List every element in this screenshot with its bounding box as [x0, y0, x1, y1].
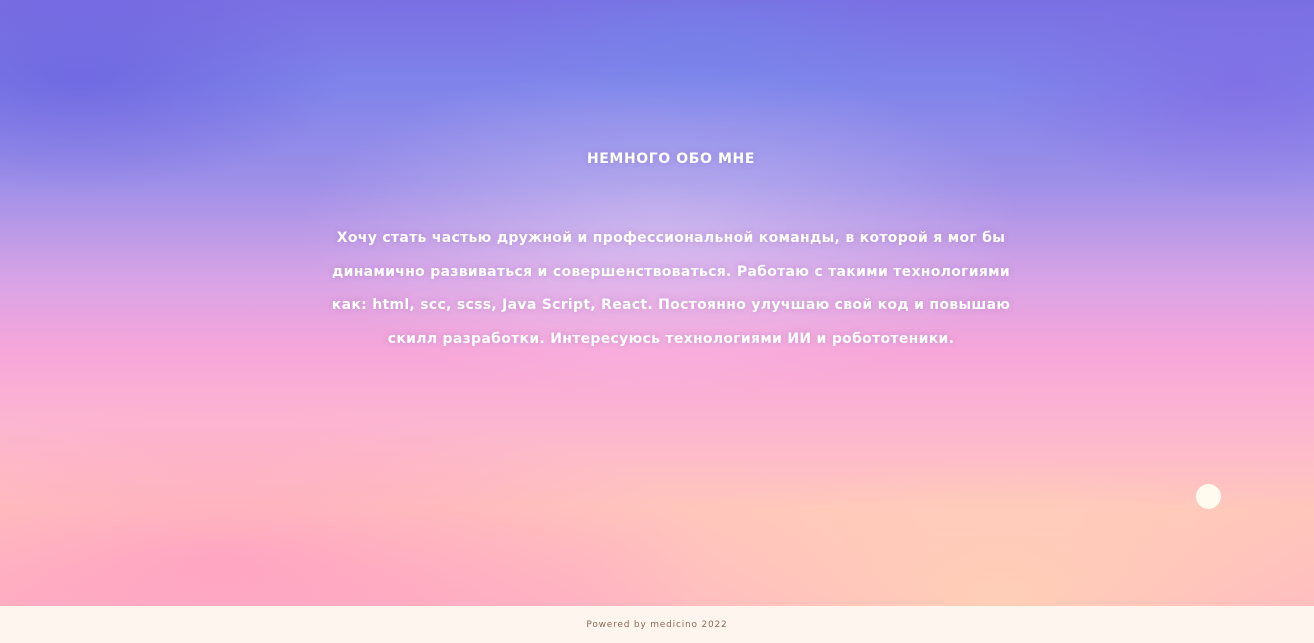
- footer-text: Powered by medicino 2022: [586, 620, 728, 630]
- about-text: Хочу стать частью дружной и профессионал…: [331, 230, 1011, 347]
- about-section: НЕМНОГО ОБО МНЕ Хочу стать частью дружно…: [330, 148, 1012, 356]
- hero-section: НЕМНОГО ОБО МНЕ Хочу стать частью дружно…: [0, 0, 1314, 606]
- footer: Powered by medicino 2022: [0, 606, 1314, 643]
- circle-dot-icon[interactable]: [1196, 484, 1221, 509]
- about-title: НЕМНОГО ОБО МНЕ: [586, 151, 756, 167]
